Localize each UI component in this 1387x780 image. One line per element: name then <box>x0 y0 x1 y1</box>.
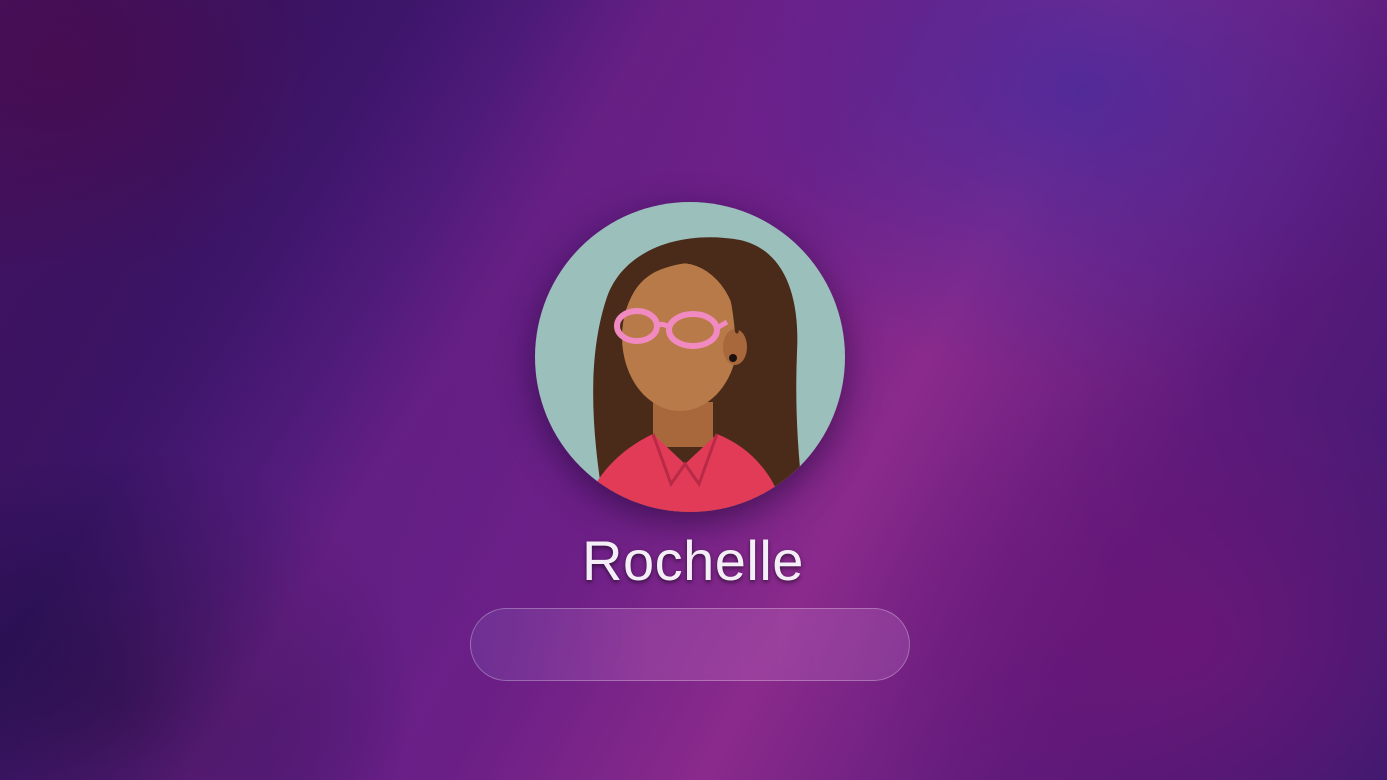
user-name-label: Rochelle <box>582 529 804 592</box>
user-avatar[interactable] <box>535 202 845 512</box>
password-field[interactable] <box>470 608 910 681</box>
password-input[interactable] <box>471 609 909 680</box>
login-window: Rochelle <box>0 0 1387 780</box>
memoji-avatar-icon <box>535 202 845 512</box>
